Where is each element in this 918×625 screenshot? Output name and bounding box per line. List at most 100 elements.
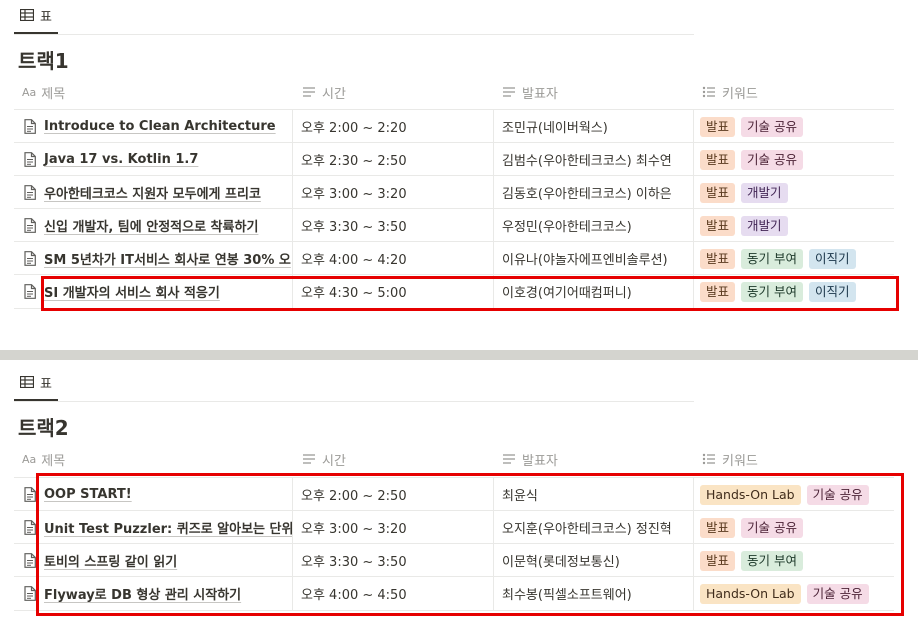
session-speaker: 이호경(여기어때컴퍼니) [502,286,632,301]
session-title-link[interactable]: Flyway로 DB 형상 관리 시작하기 [44,584,241,603]
title-cell[interactable]: Java 17 vs. Kotlin 1.7 [14,143,293,176]
column-header-keywords[interactable]: 키워드 [702,77,758,107]
column-header-speaker[interactable]: 발표자 [502,444,558,474]
title-cell[interactable]: Flyway로 DB 형상 관리 시작하기 [14,577,293,610]
column-header-keywords[interactable]: 키워드 [702,444,758,474]
table-row[interactable]: Unit Test Puzzler: 퀴즈로 알아보는 단위 오후 3:00 ~ … [14,510,894,544]
table-row[interactable]: 우아한테크코스 지원자 모두에게 프리코 오후 3:00 ~ 3:20 김동호(우아… [14,175,894,209]
column-header-speaker[interactable]: 발표자 [502,77,558,107]
keyword-tag[interactable]: 발표 [700,550,736,571]
table-header: Aa 제목 시간 발표자 키워드 [14,77,894,107]
speaker-cell[interactable]: 오지훈(우아한테크코스) 정진혁 [494,511,694,544]
keywords-cell[interactable]: 발표 기술 공유 [694,511,894,544]
session-title-link[interactable]: SI 개발자의 서비스 회사 적응기 [44,282,220,301]
title-cell[interactable]: Unit Test Puzzler: 퀴즈로 알아보는 단위 [14,511,293,544]
time-cell[interactable]: 오후 3:30 ~ 3:50 [293,209,494,242]
keyword-tag[interactable]: 동기 부여 [741,550,803,571]
time-cell[interactable]: 오후 4:00 ~ 4:20 [293,242,494,275]
time-cell[interactable]: 오후 3:30 ~ 3:50 [293,544,494,577]
speaker-cell[interactable]: 우정민(우아한테크코스) [494,209,694,242]
time-cell[interactable]: 오후 2:30 ~ 2:50 [293,143,494,176]
keywords-cell[interactable]: 발표 기술 공유 [694,143,894,176]
speaker-cell[interactable]: 김범수(우아한테크코스) 최수연 [494,143,694,176]
session-title-link[interactable]: Unit Test Puzzler: 퀴즈로 알아보는 단위 [44,518,292,537]
time-cell[interactable]: 오후 4:30 ~ 5:00 [293,275,494,308]
keyword-tag[interactable]: 동기 부여 [741,248,803,269]
time-cell[interactable]: 오후 3:00 ~ 3:20 [293,176,494,209]
keyword-tag[interactable]: 기술 공유 [741,116,803,137]
speaker-cell[interactable]: 이호경(여기어때컴퍼니) [494,275,694,308]
keyword-tag[interactable]: 발표 [700,182,736,203]
table-row[interactable]: SM 5년차가 IT서비스 회사로 연봉 30% 오 오후 4:00 ~ 4:20… [14,241,894,275]
session-title-link[interactable]: SM 5년차가 IT서비스 회사로 연봉 30% 오 [44,249,291,268]
speaker-cell[interactable]: 이문혁(롯데정보통신) [494,544,694,577]
table-row[interactable]: SI 개발자의 서비스 회사 적응기 오후 4:30 ~ 5:00 이호경(여기어때… [14,274,894,309]
keywords-cell[interactable]: Hands-On Lab 기술 공유 [694,478,894,511]
keyword-tag[interactable]: 발표 [700,116,736,137]
title-cell[interactable]: 토비의 스프링 같이 읽기 [14,544,293,577]
track2-section: 표 트랙2 Aa 제목 시간 발표자 키워드 OOP START! 오후 2:0… [0,360,918,625]
table-row[interactable]: Java 17 vs. Kotlin 1.7 오후 2:30 ~ 2:50 김범수(… [14,142,894,176]
speaker-cell[interactable]: 조민규(네이버웍스) [494,110,694,143]
time-cell[interactable]: 오후 2:00 ~ 2:20 [293,110,494,143]
speaker-cell[interactable]: 최수봉(픽셀소프트웨어) [494,577,694,610]
session-title-link[interactable]: OOP START! [44,487,132,502]
keyword-tag[interactable]: Hands-On Lab [700,583,801,604]
speaker-cell[interactable]: 이유나(야놀자에프엔비솔루션) [494,242,694,275]
table-row[interactable]: OOP START! 오후 2:00 ~ 2:50 최윤식 Hands-On Lab 기… [14,477,894,511]
keyword-tag[interactable]: 발표 [700,215,736,236]
keyword-tag[interactable]: 개발기 [741,182,788,203]
keywords-cell[interactable]: 발표 동기 부여 이직기 [694,242,894,275]
keyword-tag[interactable]: 이직기 [809,281,856,302]
title-cell[interactable]: SI 개발자의 서비스 회사 적응기 [14,275,293,308]
time-cell[interactable]: 오후 3:00 ~ 3:20 [293,511,494,544]
session-title-link[interactable]: Java 17 vs. Kotlin 1.7 [44,152,198,167]
keyword-tag[interactable]: 개발기 [741,215,788,236]
keyword-tag[interactable]: 기술 공유 [806,583,869,604]
tab-label: 표 [40,376,52,392]
keywords-cell[interactable]: 발표 개발기 [694,176,894,209]
keyword-tag[interactable]: 동기 부여 [741,281,803,302]
keyword-tag[interactable]: 발표 [700,149,736,170]
column-header-title[interactable]: Aa 제목 [22,77,65,107]
title-cell[interactable]: SM 5년차가 IT서비스 회사로 연봉 30% 오 [14,242,293,275]
keyword-tag[interactable]: 발표 [700,517,736,538]
session-speaker: 우정민(우아한테크코스) [502,220,632,235]
time-cell[interactable]: 오후 4:00 ~ 4:50 [293,577,494,610]
keywords-cell[interactable]: Hands-On Lab 기술 공유 [694,577,894,610]
keyword-tag[interactable]: 기술 공유 [806,484,869,505]
keywords-cell[interactable]: 발표 동기 부여 이직기 [694,275,894,308]
table-view-tab[interactable]: 표 [14,369,52,395]
column-header-title[interactable]: Aa 제목 [22,444,65,474]
title-cell[interactable]: OOP START! [14,478,293,511]
speaker-cell[interactable]: 김동호(우아한테크코스) 이하은 [494,176,694,209]
speaker-cell[interactable]: 최윤식 [494,478,694,511]
session-title-link[interactable]: Introduce to Clean Architecture [44,119,276,134]
title-cell[interactable]: 우아한테크코스 지원자 모두에게 프리코 [14,176,293,209]
session-title-link[interactable]: 우아한테크코스 지원자 모두에게 프리코 [44,183,261,202]
keywords-cell[interactable]: 발표 개발기 [694,209,894,242]
keyword-tag[interactable]: 발표 [700,248,736,269]
table-row[interactable]: Introduce to Clean Architecture 오후 2:00 ~… [14,109,894,143]
column-header-time[interactable]: 시간 [302,77,346,107]
title-cell[interactable]: 신입 개발자, 팀에 안정적으로 착륙하기 [14,209,293,242]
time-cell[interactable]: 오후 2:00 ~ 2:50 [293,478,494,511]
column-header-time[interactable]: 시간 [302,444,346,474]
session-title-link[interactable]: 신입 개발자, 팀에 안정적으로 착륙하기 [44,216,258,235]
table-row[interactable]: Flyway로 DB 형상 관리 시작하기 오후 4:00 ~ 4:50 최수봉(픽… [14,576,894,611]
keywords-cell[interactable]: 발표 기술 공유 [694,110,894,143]
keywords-cell[interactable]: 발표 동기 부여 [694,544,894,577]
keyword-tag[interactable]: 이직기 [809,248,856,269]
session-title-link[interactable]: 토비의 스프링 같이 읽기 [44,551,177,570]
title-cell[interactable]: Introduce to Clean Architecture [14,110,293,143]
table-row[interactable]: 토비의 스프링 같이 읽기 오후 3:30 ~ 3:50 이문혁(롯데정보통신) 발표… [14,543,894,577]
keyword-tags: 발표 기술 공유 [694,116,803,137]
keyword-tag[interactable]: 발표 [700,281,736,302]
table-row[interactable]: 신입 개발자, 팀에 안정적으로 착륙하기 오후 3:30 ~ 3:50 우정민(우… [14,208,894,242]
keyword-tag[interactable]: Hands-On Lab [700,484,801,505]
session-speaker: 오지훈(우아한테크코스) 정진혁 [502,522,672,537]
table-view-tab[interactable]: 표 [14,2,52,28]
keyword-tag[interactable]: 기술 공유 [741,517,803,538]
text-property-icon: Aa [22,452,37,466]
keyword-tag[interactable]: 기술 공유 [741,149,803,170]
